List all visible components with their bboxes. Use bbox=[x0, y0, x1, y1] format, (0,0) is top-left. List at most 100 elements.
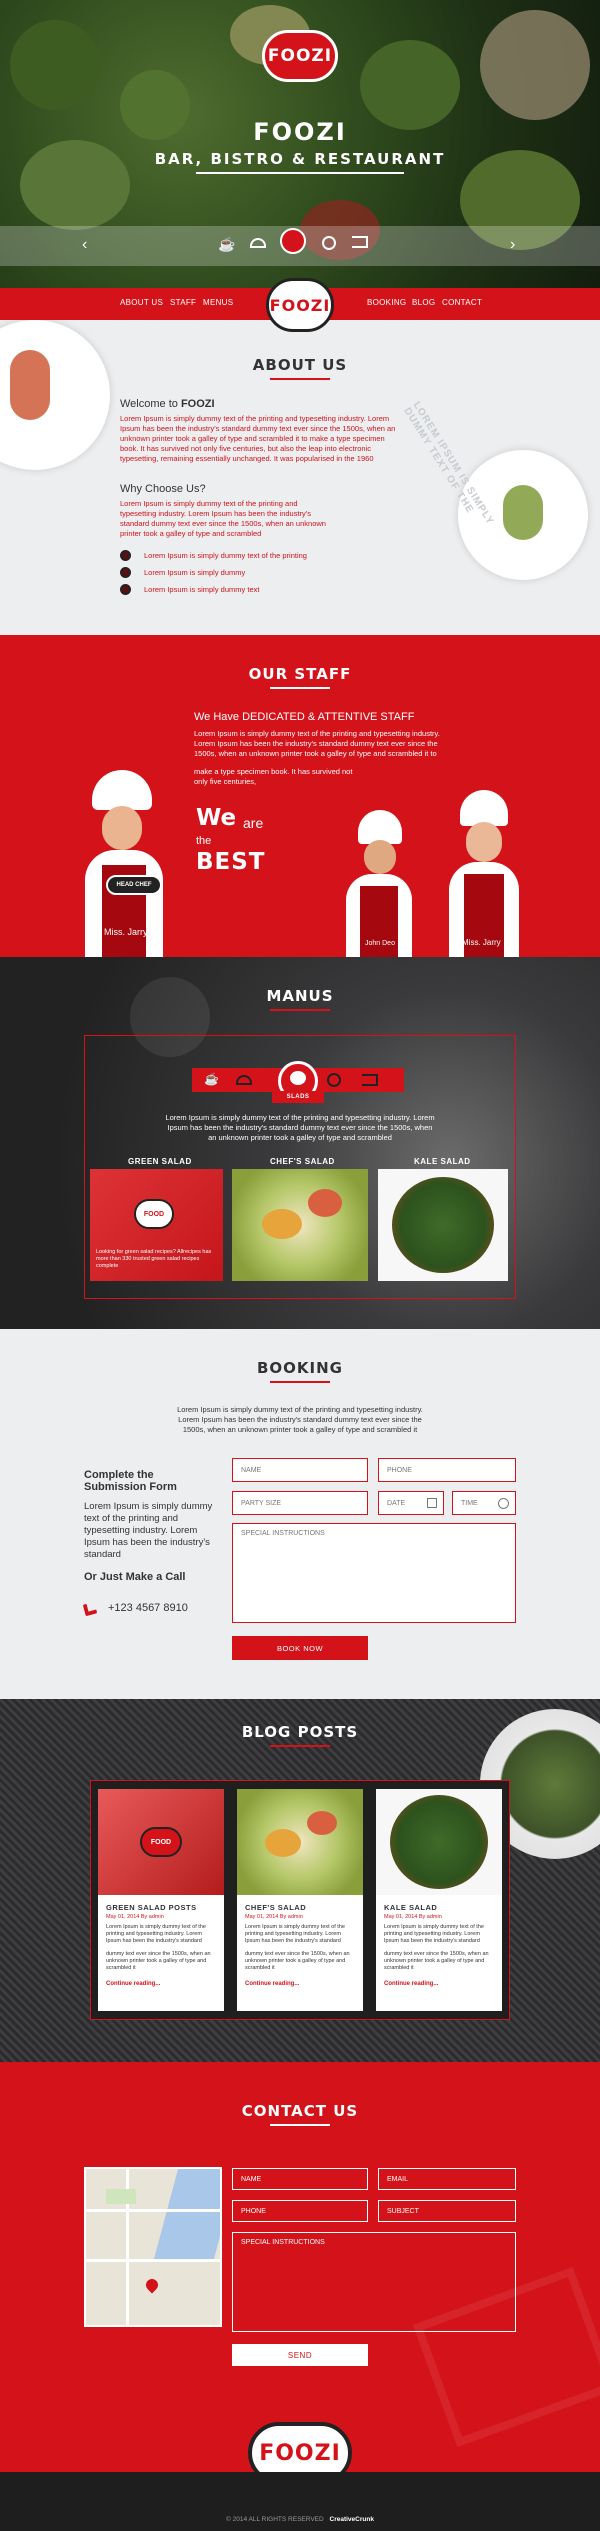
contact-map[interactable] bbox=[84, 2167, 222, 2327]
nav-staff[interactable]: STAFF bbox=[170, 298, 196, 307]
booking-special-instructions[interactable]: SPECIAL INSTRUCTIONS bbox=[232, 1523, 516, 1623]
booking-phone-field[interactable]: PHONE bbox=[378, 1458, 516, 1482]
menu-item-card-1[interactable]: FOOD Looking for green salad recipes? Al… bbox=[90, 1169, 223, 1281]
about-heading-text: ABOUT US bbox=[252, 356, 348, 374]
bullet-icon bbox=[120, 567, 131, 578]
blog-post-meta: May 01, 2014 By admin bbox=[245, 1914, 303, 1920]
hero-section: FOOZI FOOZI BAR, BISTRO & RESTAURANT ‹ ›… bbox=[0, 0, 600, 288]
bullet-icon bbox=[120, 550, 131, 561]
hero-next-arrow-icon[interactable]: › bbox=[510, 236, 515, 254]
clock-icon[interactable] bbox=[498, 1498, 509, 1509]
contact-subject-field[interactable]: SUBJECT bbox=[378, 2200, 516, 2222]
booking-date-placeholder: DATE bbox=[387, 1499, 406, 1507]
nav-logo[interactable]: FOOZI bbox=[266, 278, 334, 332]
the-text: the bbox=[196, 835, 212, 847]
cloche-icon[interactable] bbox=[236, 1075, 252, 1085]
phone-icon bbox=[82, 1601, 98, 1617]
plate-food-right bbox=[503, 485, 543, 540]
about-heading: ABOUT US bbox=[0, 356, 600, 380]
continue-reading-link[interactable]: Continue reading... bbox=[245, 1981, 299, 1987]
contact-name-field[interactable]: NAME bbox=[232, 2168, 368, 2190]
menu-item-card-2[interactable] bbox=[232, 1169, 368, 1281]
nav-menus[interactable]: MENUS bbox=[203, 298, 233, 307]
why-list-text: Lorem Ipsum is simply dummy text of the … bbox=[144, 551, 307, 560]
hero-prev-arrow-icon[interactable]: ‹ bbox=[82, 236, 87, 254]
pizza-slice-icon[interactable] bbox=[352, 236, 368, 248]
nav-booking[interactable]: BOOKING bbox=[367, 298, 406, 307]
welcome-prefix: Welcome to bbox=[120, 398, 181, 410]
nav-blog[interactable]: BLOG bbox=[412, 298, 435, 307]
booking-time-field[interactable]: TIME bbox=[452, 1491, 516, 1515]
blog-food-egg bbox=[265, 1829, 301, 1857]
blog-section: BLOG POSTS FOOD GREEN SALAD POSTS May 01… bbox=[0, 1699, 600, 2062]
continue-reading-link[interactable]: Continue reading... bbox=[106, 1981, 160, 1987]
footer-credit[interactable]: CreativeCrunk bbox=[330, 2516, 374, 2523]
menu-card-text: Looking for green salad recipes? Allreci… bbox=[96, 1249, 212, 1269]
footer-logo-text: FOOZI bbox=[259, 2440, 341, 2466]
menu-card-logo-text: FOOD bbox=[143, 1210, 165, 1218]
form-text: Lorem Ipsum is simply dummy text of the … bbox=[84, 1501, 213, 1560]
contact-heading-text: CONTACT US bbox=[241, 2102, 359, 2120]
booking-name-field[interactable]: NAME bbox=[232, 1458, 368, 1482]
hero-divider bbox=[196, 172, 404, 174]
hero-logo-text: FOOZI bbox=[267, 46, 333, 66]
coffee-cup-icon[interactable]: ☕ bbox=[218, 236, 235, 253]
booking-special-placeholder: SPECIAL INSTRUCTIONS bbox=[241, 1530, 325, 1537]
welcome-brand: FOOZI bbox=[180, 398, 215, 410]
blog-post-excerpt-1: Lorem Ipsum is simply dummy text of the … bbox=[106, 1924, 206, 1944]
blog-post-title[interactable]: KALE SALAD bbox=[384, 1903, 437, 1912]
contact-section: CONTACT US NAME EMAIL PHONE SUBJECT SPEC… bbox=[0, 2062, 600, 2472]
booking-section: BOOKING Lorem Ipsum is simply dummy text… bbox=[0, 1329, 600, 1699]
contact-phone-field[interactable]: PHONE bbox=[232, 2200, 368, 2222]
menu-item-card-3[interactable] bbox=[378, 1169, 508, 1281]
pizza-slice-icon[interactable] bbox=[362, 1074, 378, 1086]
staff-heading-underline bbox=[270, 687, 330, 689]
cloche-icon[interactable] bbox=[250, 238, 266, 248]
chef-3-figure bbox=[446, 790, 522, 957]
book-now-button[interactable]: BOOK NOW bbox=[232, 1636, 368, 1660]
booking-party-size-field[interactable]: PARTY SIZE bbox=[232, 1491, 368, 1515]
footer: © 2014 ALL RIGHTS RESERVED CreativeCrunk bbox=[0, 2472, 600, 2531]
nav-about-us[interactable]: ABOUT US bbox=[120, 298, 163, 307]
chef-face bbox=[466, 822, 502, 862]
contact-heading-underline bbox=[270, 2124, 330, 2126]
blog-post-title[interactable]: CHEF'S SALAD bbox=[245, 1903, 306, 1912]
plate-icon[interactable] bbox=[322, 236, 336, 250]
head-chef-badge: HEAD CHEF bbox=[106, 875, 162, 895]
phone-number[interactable]: +123 4567 8910 bbox=[108, 1602, 188, 1614]
coffee-cup-icon[interactable]: ☕ bbox=[204, 1072, 219, 1086]
blog-post-card-3[interactable]: KALE SALAD May 01, 2014 By admin Lorem I… bbox=[376, 1789, 502, 2011]
contact-email-field[interactable]: EMAIL bbox=[378, 2168, 516, 2190]
blog-post-meta: May 01, 2014 By admin bbox=[106, 1914, 164, 1920]
staff-text-1: Lorem Ipsum is simply dummy text of the … bbox=[194, 729, 440, 758]
contact-name-placeholder: NAME bbox=[241, 2175, 262, 2183]
hero-logo[interactable]: FOOZI bbox=[262, 30, 338, 82]
why-list-item: Lorem Ipsum is simply dummy text bbox=[120, 584, 380, 598]
chef-hat-icon bbox=[92, 770, 152, 810]
blog-post-card-2[interactable]: CHEF'S SALAD May 01, 2014 By admin Lorem… bbox=[237, 1789, 363, 2011]
blog-post-title[interactable]: GREEN SALAD POSTS bbox=[106, 1903, 197, 1912]
plate-icon[interactable] bbox=[327, 1073, 341, 1087]
calendar-icon[interactable] bbox=[427, 1498, 437, 1508]
salad-bowl-icon[interactable] bbox=[280, 228, 306, 254]
contact-special-placeholder: SPECIAL INSTRUCTIONS bbox=[241, 2239, 325, 2246]
about-plate-left bbox=[0, 320, 110, 470]
blog-post-excerpt-1: Lorem Ipsum is simply dummy text of the … bbox=[384, 1924, 484, 1944]
continue-reading-link[interactable]: Continue reading... bbox=[384, 1981, 438, 1987]
booking-date-field[interactable]: DATE bbox=[378, 1491, 444, 1515]
map-road bbox=[86, 2259, 220, 2262]
blog-post-card-1[interactable]: FOOD GREEN SALAD POSTS May 01, 2014 By a… bbox=[98, 1789, 224, 2011]
menus-heading-underline bbox=[270, 1009, 330, 1011]
about-heading-underline bbox=[270, 378, 330, 380]
welcome-heading: Welcome to FOOZI bbox=[120, 398, 215, 410]
menu-food-egg bbox=[262, 1209, 302, 1239]
call-title: Or Just Make a Call bbox=[84, 1571, 186, 1583]
send-button[interactable]: SEND bbox=[232, 2344, 368, 2366]
menu-card-logo: FOOD bbox=[134, 1199, 174, 1229]
contact-email-placeholder: EMAIL bbox=[387, 2175, 409, 2183]
nav-contact[interactable]: CONTACT bbox=[442, 298, 482, 307]
contact-special-instructions[interactable]: SPECIAL INSTRUCTIONS bbox=[232, 2232, 516, 2332]
map-pin-icon bbox=[143, 2276, 161, 2294]
staff-name-1: Miss. Jarry bbox=[104, 927, 148, 937]
footer-logo[interactable]: FOOZI bbox=[248, 2422, 352, 2472]
